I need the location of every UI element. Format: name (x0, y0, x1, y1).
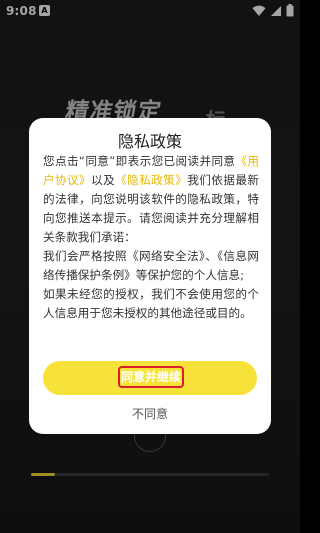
privacy-policy-link[interactable]: 《隐私政策》 (115, 173, 187, 187)
privacy-dialog: 隐私政策 您点击“同意”即表示您已阅读并同意《用户协议》以及《隐私政策》我们依据… (29, 118, 271, 434)
dialog-paragraph-law: 我们会严格按照《网络安全法》、《信息网络传播保护条例》等保护您的个人信息; (43, 249, 259, 282)
intro-text-a: 您点击“同意”即表示您已阅读并同意 (43, 154, 236, 168)
intro-text-b: 以及 (91, 173, 116, 187)
agree-button-label: 同意并继续 (118, 366, 184, 388)
disagree-button[interactable]: 不同意 (29, 405, 271, 422)
dialog-title: 隐私政策 (117, 132, 182, 151)
dialog-paragraph-intro: 您点击“同意”即表示您已阅读并同意《用户协议》以及《隐私政策》我们依据最新的法律… (43, 152, 259, 247)
app-screen: 9:08 A 精准锁定 标 (0, 0, 300, 533)
dialog-paragraph-authorization: 如果未经您的授权，我们不会使用您的个人信息用于您未授权的其他途径或目的。 (43, 287, 259, 320)
dialog-body: 您点击“同意”即表示您已阅读并同意《用户协议》以及《隐私政策》我们依据最新的法律… (43, 152, 259, 323)
agree-button[interactable]: 同意并继续 (43, 361, 257, 395)
